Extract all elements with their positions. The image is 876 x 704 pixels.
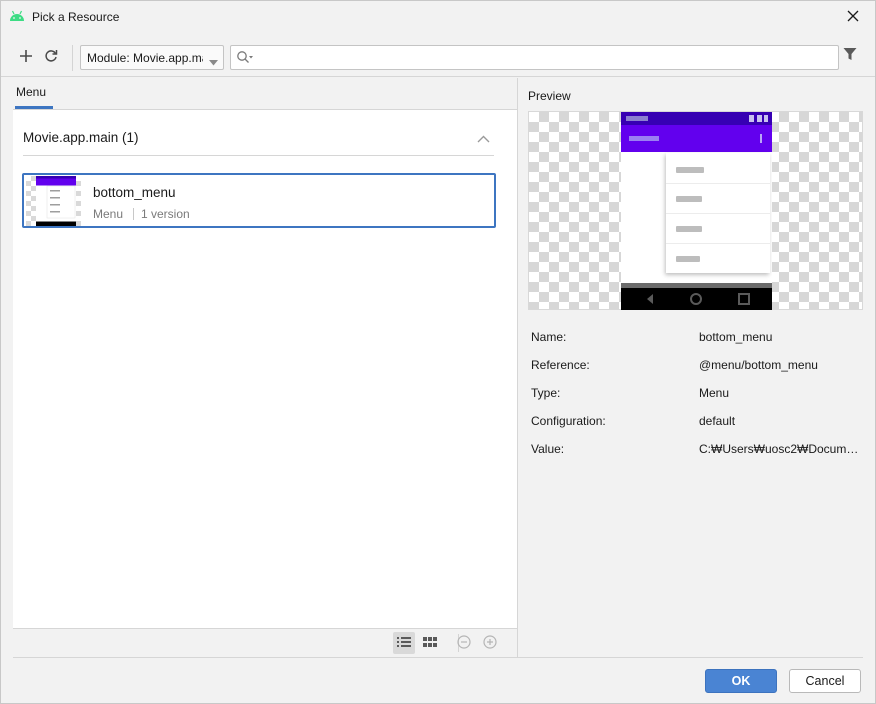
property-label-reference: Reference:: [531, 358, 590, 372]
property-label-configuration: Configuration:: [531, 414, 606, 428]
filter-icon[interactable]: [843, 47, 857, 64]
module-dropdown-value: Module: Movie.app.main: [87, 51, 203, 65]
refresh-button[interactable]: [41, 47, 61, 67]
tab-menu[interactable]: Menu: [16, 85, 46, 99]
plus-icon[interactable]: [20, 49, 32, 65]
property-value-reference: @menu/bottom_menu: [699, 358, 818, 372]
zoom-in-button[interactable]: [479, 632, 501, 654]
menu-item: [676, 256, 700, 262]
menu-thumbnail: [26, 176, 81, 226]
pick-resource-dialog: Pick a Resource Module: Movie.app.main: [0, 0, 876, 704]
list-view-button[interactable]: [393, 632, 415, 654]
search-input[interactable]: [257, 48, 832, 67]
ok-button[interactable]: OK: [705, 669, 777, 693]
add-button[interactable]: [16, 47, 36, 67]
grid-view-icon[interactable]: [423, 636, 437, 650]
list-view-icon[interactable]: [397, 636, 411, 651]
property-value-configuration: default: [699, 414, 736, 428]
footer-divider: [13, 657, 863, 658]
preview-canvas: [528, 111, 863, 310]
search-field[interactable]: [230, 45, 839, 70]
menu-divider: [666, 243, 770, 244]
module-dropdown[interactable]: Module: Movie.app.main: [80, 45, 224, 70]
app-bar: [621, 125, 772, 152]
menu-divider: [666, 183, 770, 184]
preview-label: Preview: [528, 89, 571, 103]
nav-bar: [621, 288, 772, 310]
group-divider: [23, 155, 494, 156]
details-panel: Preview Name: bottom_menu Reference: @me…: [519, 78, 875, 657]
menu-item: [676, 196, 702, 202]
menu-divider: [666, 213, 770, 214]
resource-name: bottom_menu: [93, 185, 176, 200]
zoom-in-icon[interactable]: [483, 634, 497, 652]
property-value-type: Menu: [699, 386, 730, 400]
property-value-value: C:₩Users₩uosc2₩Documen...: [699, 442, 863, 456]
grid-view-button[interactable]: [419, 632, 441, 654]
resource-meta-separator: [133, 208, 134, 220]
property-label-name: Name:: [531, 330, 567, 344]
zoom-out-icon[interactable]: [457, 634, 471, 652]
view-options-bar: [13, 628, 517, 657]
property-label-type: Type:: [531, 386, 561, 400]
cancel-button[interactable]: Cancel: [789, 669, 861, 693]
toolbar-separator: [72, 45, 73, 71]
resource-list-panel: Menu Movie.app.main (1) bottom_menu Menu…: [13, 78, 518, 657]
status-bar: [621, 112, 772, 125]
group-title: Movie.app.main (1): [23, 130, 139, 145]
menu-item: [676, 167, 704, 173]
resource-type: Menu: [93, 207, 124, 221]
toolbar: Module: Movie.app.main: [1, 39, 875, 77]
property-value-name: bottom_menu: [699, 330, 773, 344]
popup-menu: [666, 153, 770, 273]
dialog-title: Pick a Resource: [32, 10, 120, 24]
resource-list: Movie.app.main (1) bottom_menu Menu 1 ve…: [13, 110, 517, 628]
phone-preview: [621, 112, 772, 310]
chevron-up-icon[interactable]: [477, 132, 490, 146]
title-bar: Pick a Resource: [1, 1, 875, 33]
property-label-value: Value:: [531, 442, 565, 456]
refresh-icon[interactable]: [44, 49, 58, 66]
list-item[interactable]: bottom_menu Menu 1 version: [22, 173, 496, 228]
close-button[interactable]: [833, 1, 873, 33]
search-icon[interactable]: [236, 50, 254, 68]
menu-item: [676, 226, 702, 232]
zoom-out-button[interactable]: [453, 632, 475, 654]
resource-versions: 1 version: [141, 207, 190, 221]
chevron-down-icon: [209, 55, 218, 69]
close-icon[interactable]: [847, 10, 859, 25]
android-icon: [9, 9, 25, 23]
